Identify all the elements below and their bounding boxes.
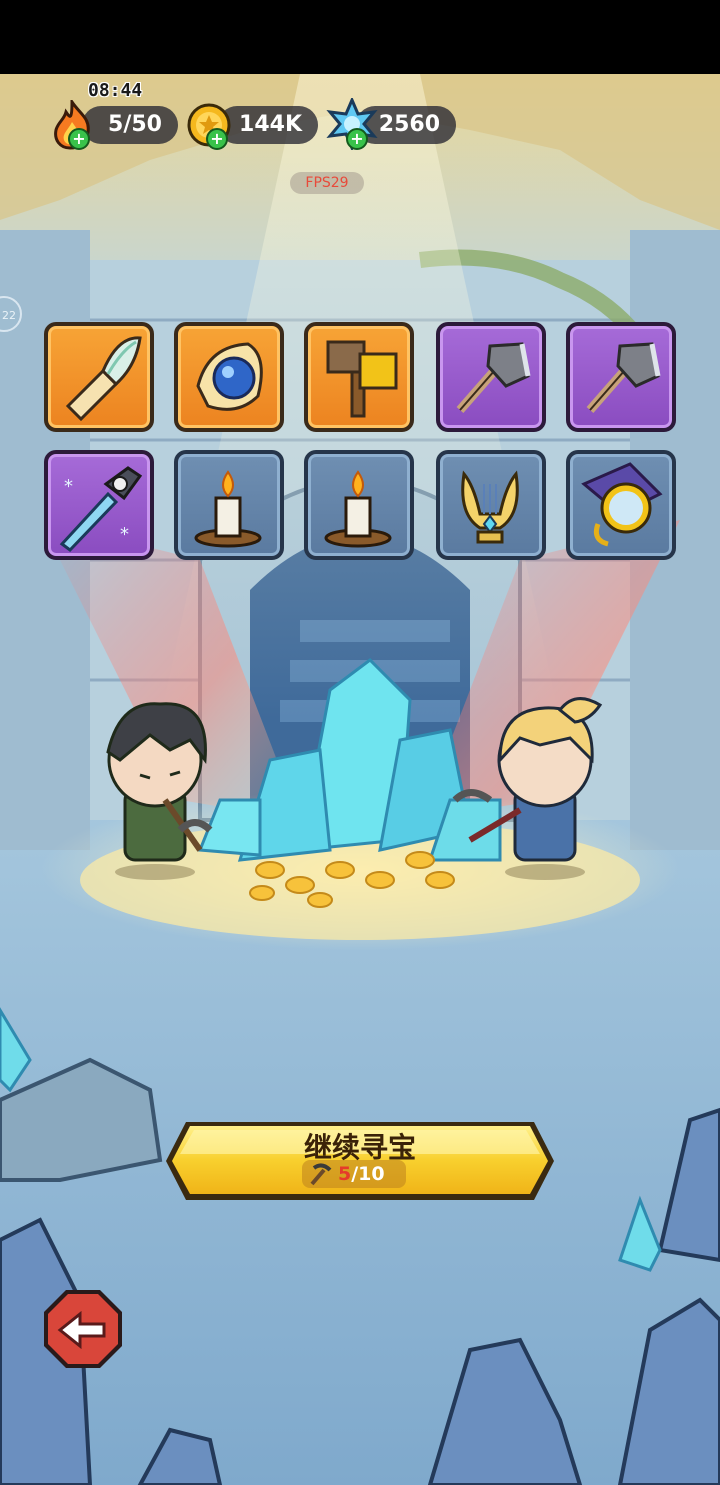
stone-axe-icon bbox=[586, 342, 661, 413]
item-slot-stone-axe-2[interactable] bbox=[566, 322, 676, 432]
item-slot-stone-axe-1[interactable] bbox=[436, 322, 546, 432]
pickaxe-total: /10 bbox=[351, 1163, 385, 1185]
item-slot-candle-1[interactable] bbox=[174, 450, 284, 560]
gems-value: 2560 bbox=[378, 112, 440, 137]
candle-icon bbox=[324, 470, 392, 548]
back-arrow-icon[interactable] bbox=[42, 1288, 124, 1370]
gold-value: 144K bbox=[239, 112, 302, 137]
svg-text:*: * bbox=[120, 524, 129, 545]
golden-lyre-icon bbox=[461, 470, 519, 544]
item-slot-blue-orb[interactable] bbox=[174, 322, 284, 432]
energy-counter[interactable]: 5/50 bbox=[82, 106, 178, 144]
candle-icon bbox=[194, 470, 262, 548]
ice-dagger-icon: * * bbox=[59, 466, 143, 552]
svg-text:*: * bbox=[64, 476, 73, 497]
add-gold-plus-icon[interactable]: + bbox=[206, 128, 228, 150]
stone-axe-icon bbox=[456, 342, 531, 413]
pocket-watch-icon bbox=[581, 462, 663, 547]
item-slot-golden-hammer[interactable] bbox=[304, 322, 414, 432]
blue-orb-feather-icon bbox=[196, 342, 263, 411]
add-gems-plus-icon[interactable]: + bbox=[346, 128, 368, 150]
status-bar bbox=[0, 0, 720, 74]
golden-hammer-icon bbox=[326, 340, 398, 418]
item-slot-candle-2[interactable] bbox=[304, 450, 414, 560]
pickaxe-used: 5 bbox=[338, 1163, 352, 1185]
item-slot-ice-dagger[interactable]: * * bbox=[44, 450, 154, 560]
item-slot-feather-horn[interactable] bbox=[44, 322, 154, 432]
pickaxe-icon bbox=[310, 1163, 332, 1186]
pickaxe-cost: 5/10 bbox=[338, 1163, 385, 1185]
item-slot-golden-lyre[interactable] bbox=[436, 450, 546, 560]
item-slot-pocket-watch[interactable] bbox=[566, 450, 676, 560]
gold-counter[interactable]: 144K bbox=[218, 106, 318, 144]
energy-value: 5/50 bbox=[108, 112, 162, 137]
clock-time: 08:44 bbox=[88, 80, 143, 101]
treasure-cave-scene bbox=[0, 74, 720, 1485]
add-energy-plus-icon[interactable]: + bbox=[68, 128, 90, 150]
feather-horn-icon bbox=[65, 336, 142, 422]
fps-counter: FPS29 bbox=[290, 172, 364, 194]
